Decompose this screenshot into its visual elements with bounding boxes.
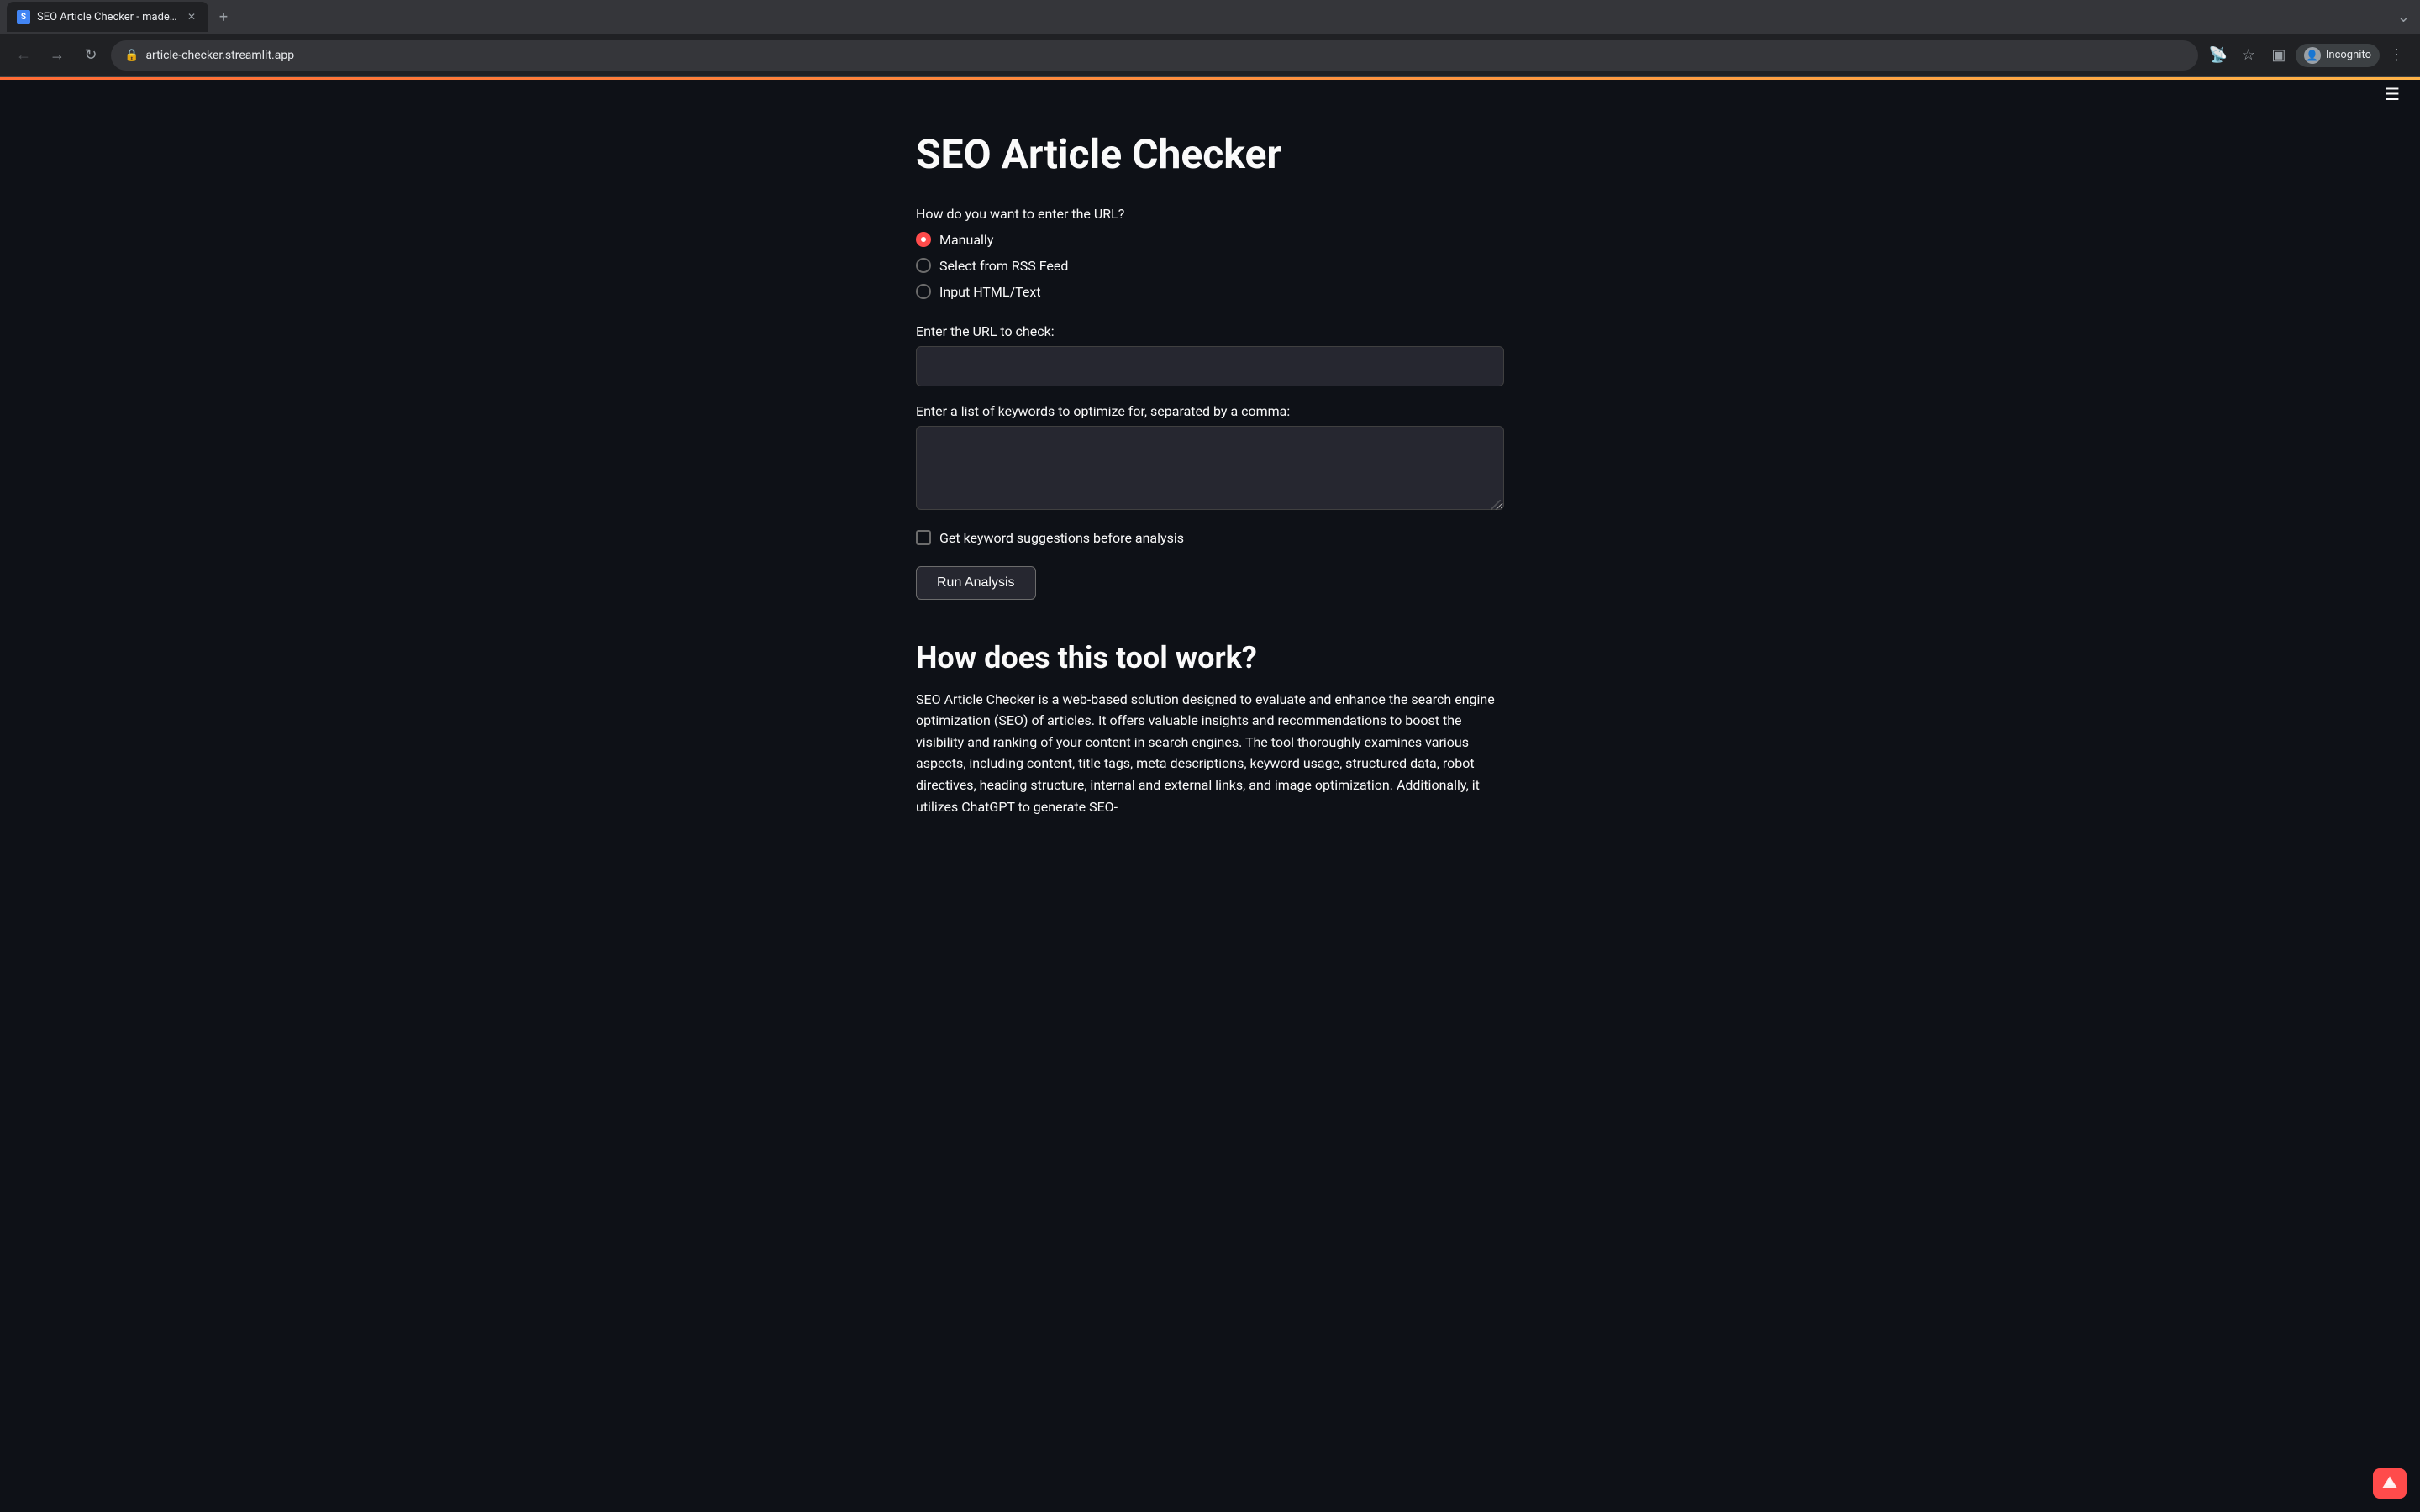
tab-menu-button[interactable]: ⌄ — [2394, 5, 2413, 29]
radio-rss[interactable] — [916, 258, 931, 273]
incognito-label: Incognito — [2326, 49, 2371, 61]
back-button[interactable]: ← — [10, 42, 37, 69]
browser-chrome: S SEO Article Checker - made b ✕ + ⌄ ← →… — [0, 0, 2420, 80]
how-does-it-work-description: SEO Article Checker is a web-based solut… — [916, 689, 1504, 818]
cast-icon[interactable]: 📡 — [2205, 42, 2232, 69]
streamlit-badge[interactable] — [2373, 1468, 2407, 1499]
url-method-radio-group: Manually Select from RSS Feed Input HTML… — [916, 232, 1504, 300]
keywords-label: Enter a list of keywords to optimize for… — [916, 403, 1504, 419]
url-input-section: Enter the URL to check: — [916, 323, 1504, 386]
page-title: SEO Article Checker — [916, 130, 1504, 179]
address-bar[interactable]: 🔒 article-checker.streamlit.app — [111, 40, 2198, 71]
tab-close-button[interactable]: ✕ — [185, 10, 198, 24]
split-screen-icon[interactable]: ▣ — [2265, 42, 2292, 69]
radio-option-manually[interactable]: Manually — [916, 232, 1504, 248]
browser-tab-active[interactable]: S SEO Article Checker - made b ✕ — [7, 2, 208, 32]
browser-tabs: S SEO Article Checker - made b ✕ + ⌄ — [0, 0, 2420, 34]
content-wrapper: SEO Article Checker How do you want to e… — [916, 130, 1504, 817]
radio-manually-label: Manually — [939, 232, 993, 248]
refresh-button[interactable]: ↻ — [77, 42, 104, 69]
radio-html-label: Input HTML/Text — [939, 284, 1041, 300]
tab-favicon: S — [17, 10, 30, 24]
url-input[interactable] — [916, 346, 1504, 386]
bookmark-icon[interactable]: ☆ — [2235, 42, 2262, 69]
resize-handle-icon — [1491, 500, 1501, 510]
new-tab-button[interactable]: + — [212, 5, 235, 29]
radio-option-html[interactable]: Input HTML/Text — [916, 284, 1504, 300]
keywords-section: Enter a list of keywords to optimize for… — [916, 403, 1504, 513]
url-input-label: Enter the URL to check: — [916, 323, 1504, 339]
main-content: SEO Article Checker How do you want to e… — [622, 80, 1798, 851]
url-text: article-checker.streamlit.app — [145, 49, 2184, 62]
streamlit-icon — [2380, 1473, 2400, 1494]
incognito-icon: 👤 — [2304, 47, 2321, 64]
tab-title: SEO Article Checker - made b — [37, 11, 178, 24]
radio-html[interactable] — [916, 284, 931, 299]
keyword-suggestions-checkbox[interactable] — [916, 530, 931, 545]
keyword-suggestions-label: Get keyword suggestions before analysis — [939, 530, 1184, 546]
run-analysis-button[interactable]: Run Analysis — [916, 566, 1036, 600]
keywords-textarea-wrapper — [916, 426, 1504, 513]
lock-icon: 🔒 — [124, 49, 139, 62]
radio-option-rss[interactable]: Select from RSS Feed — [916, 258, 1504, 274]
forward-button[interactable]: → — [44, 42, 71, 69]
keyword-suggestions-row: Get keyword suggestions before analysis — [916, 530, 1504, 546]
page-load-progress — [0, 77, 2420, 80]
radio-manually[interactable] — [916, 232, 931, 247]
keywords-textarea[interactable] — [916, 426, 1504, 510]
url-method-label: How do you want to enter the URL? — [916, 206, 1504, 222]
how-does-it-work-title: How does this tool work? — [916, 640, 1504, 675]
menu-button[interactable]: ⋮ — [2383, 42, 2410, 69]
incognito-badge: 👤 Incognito — [2296, 44, 2380, 67]
toolbar-right: 📡 ☆ ▣ 👤 Incognito ⋮ — [2205, 42, 2410, 69]
hamburger-menu-button[interactable]: ☰ — [2378, 77, 2407, 111]
radio-rss-label: Select from RSS Feed — [939, 258, 1068, 274]
browser-toolbar: ← → ↻ 🔒 article-checker.streamlit.app 📡 … — [0, 34, 2420, 77]
